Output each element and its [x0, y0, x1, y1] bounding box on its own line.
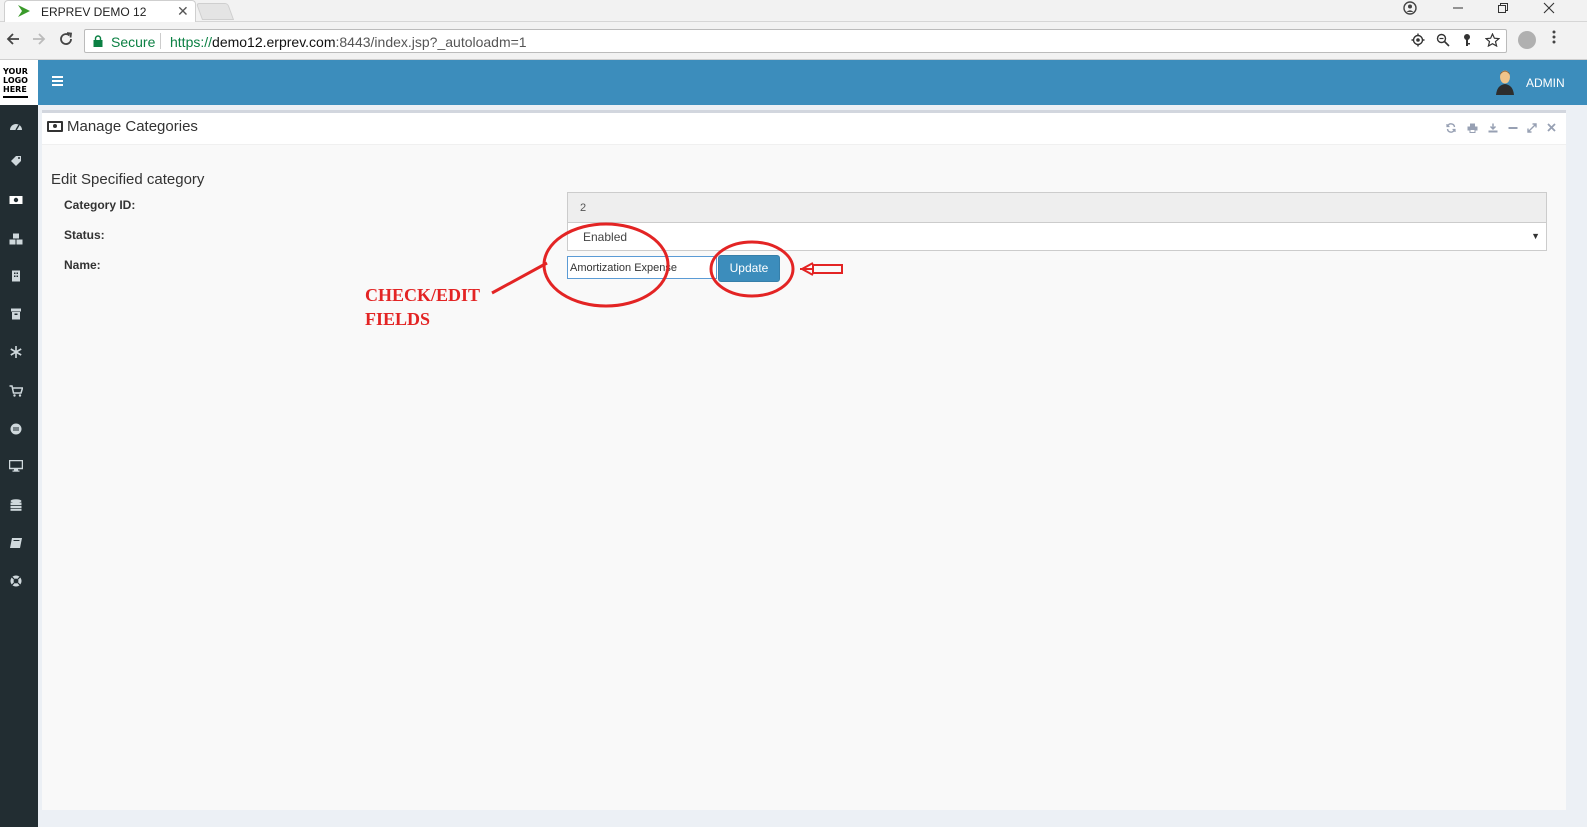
browser-toolbar: Secure https://demo12.erprev.com:8443/in…: [0, 22, 1587, 60]
annotation-arrow: [799, 262, 843, 276]
dashboard-icon[interactable]: [9, 119, 23, 131]
snowflake-icon[interactable]: [9, 346, 23, 358]
database-icon[interactable]: [9, 499, 23, 511]
tag-icon[interactable]: [9, 155, 23, 167]
annotation-pointer-line: [491, 261, 548, 295]
logo-underline: [3, 96, 28, 98]
zoom-icon[interactable]: [1436, 33, 1450, 50]
url-path: :8443/index.jsp?_autoloadm=1: [335, 34, 527, 50]
sidebar: [0, 105, 38, 827]
archive-icon[interactable]: [9, 308, 23, 320]
profile-icon[interactable]: [1403, 1, 1417, 18]
key-icon[interactable]: [1461, 33, 1473, 50]
bookmark-star-icon[interactable]: [1484, 32, 1501, 50]
url-separator: [160, 33, 161, 49]
url-text[interactable]: https://demo12.erprev.com:8443/index.jsp…: [170, 34, 527, 50]
erprev-favicon-icon: [18, 5, 30, 17]
minimize-window-icon[interactable]: [1452, 0, 1464, 17]
content-area: Manage Categories Edit Specified categor…: [38, 105, 1587, 827]
annotation-circle-update: [709, 240, 795, 298]
browser-tab-strip: ERPREV DEMO 12 ✕: [0, 0, 1587, 22]
circle-icon[interactable]: [9, 423, 23, 435]
url-scheme: https://: [170, 34, 213, 50]
url-host: demo12.erprev.com: [212, 34, 336, 50]
new-tab-button[interactable]: [195, 3, 235, 20]
restore-window-icon[interactable]: [1497, 1, 1509, 17]
browser-menu-icon[interactable]: [1551, 29, 1557, 45]
building-icon[interactable]: [9, 270, 23, 282]
screen: ERPREV DEMO 12 ✕ Secure https://demo12.e…: [0, 0, 1587, 827]
logo[interactable]: YOUR LOGO HERE: [0, 60, 38, 105]
logo-line: LOGO: [3, 76, 28, 85]
money-icon[interactable]: [9, 194, 23, 206]
logo-line: YOUR: [3, 67, 28, 76]
tab-title: ERPREV DEMO 12: [41, 5, 147, 19]
lock-icon: [93, 35, 103, 47]
app-header: ADMIN: [38, 60, 1587, 105]
support-icon[interactable]: [9, 575, 23, 587]
logo-line: HERE: [3, 85, 27, 94]
secure-label: Secure: [111, 34, 156, 50]
tab-close-icon[interactable]: ✕: [177, 3, 189, 20]
location-icon[interactable]: [1411, 33, 1425, 50]
user-name[interactable]: ADMIN: [1526, 76, 1565, 90]
book-icon[interactable]: [9, 537, 23, 549]
forward-icon[interactable]: [31, 31, 47, 51]
address-bar[interactable]: Secure https://demo12.erprev.com:8443/in…: [84, 29, 1507, 53]
logo-text: YOUR LOGO HERE: [3, 67, 28, 94]
desktop-icon[interactable]: [9, 460, 23, 472]
cart-icon[interactable]: [9, 385, 23, 397]
annotation-circle-fields: [542, 222, 670, 308]
menu-toggle-icon[interactable]: [52, 76, 63, 87]
close-window-icon[interactable]: [1543, 1, 1555, 17]
extension-icon[interactable]: [1518, 31, 1536, 49]
back-icon[interactable]: [5, 31, 21, 51]
annotation-overlay: [491, 222, 843, 308]
manage-categories-panel: Manage Categories Edit Specified categor…: [42, 110, 1566, 810]
cubes-icon[interactable]: [9, 233, 23, 245]
browser-tab[interactable]: ERPREV DEMO 12 ✕: [4, 0, 196, 22]
reload-icon[interactable]: [58, 31, 74, 51]
user-avatar-icon[interactable]: [1496, 69, 1514, 95]
